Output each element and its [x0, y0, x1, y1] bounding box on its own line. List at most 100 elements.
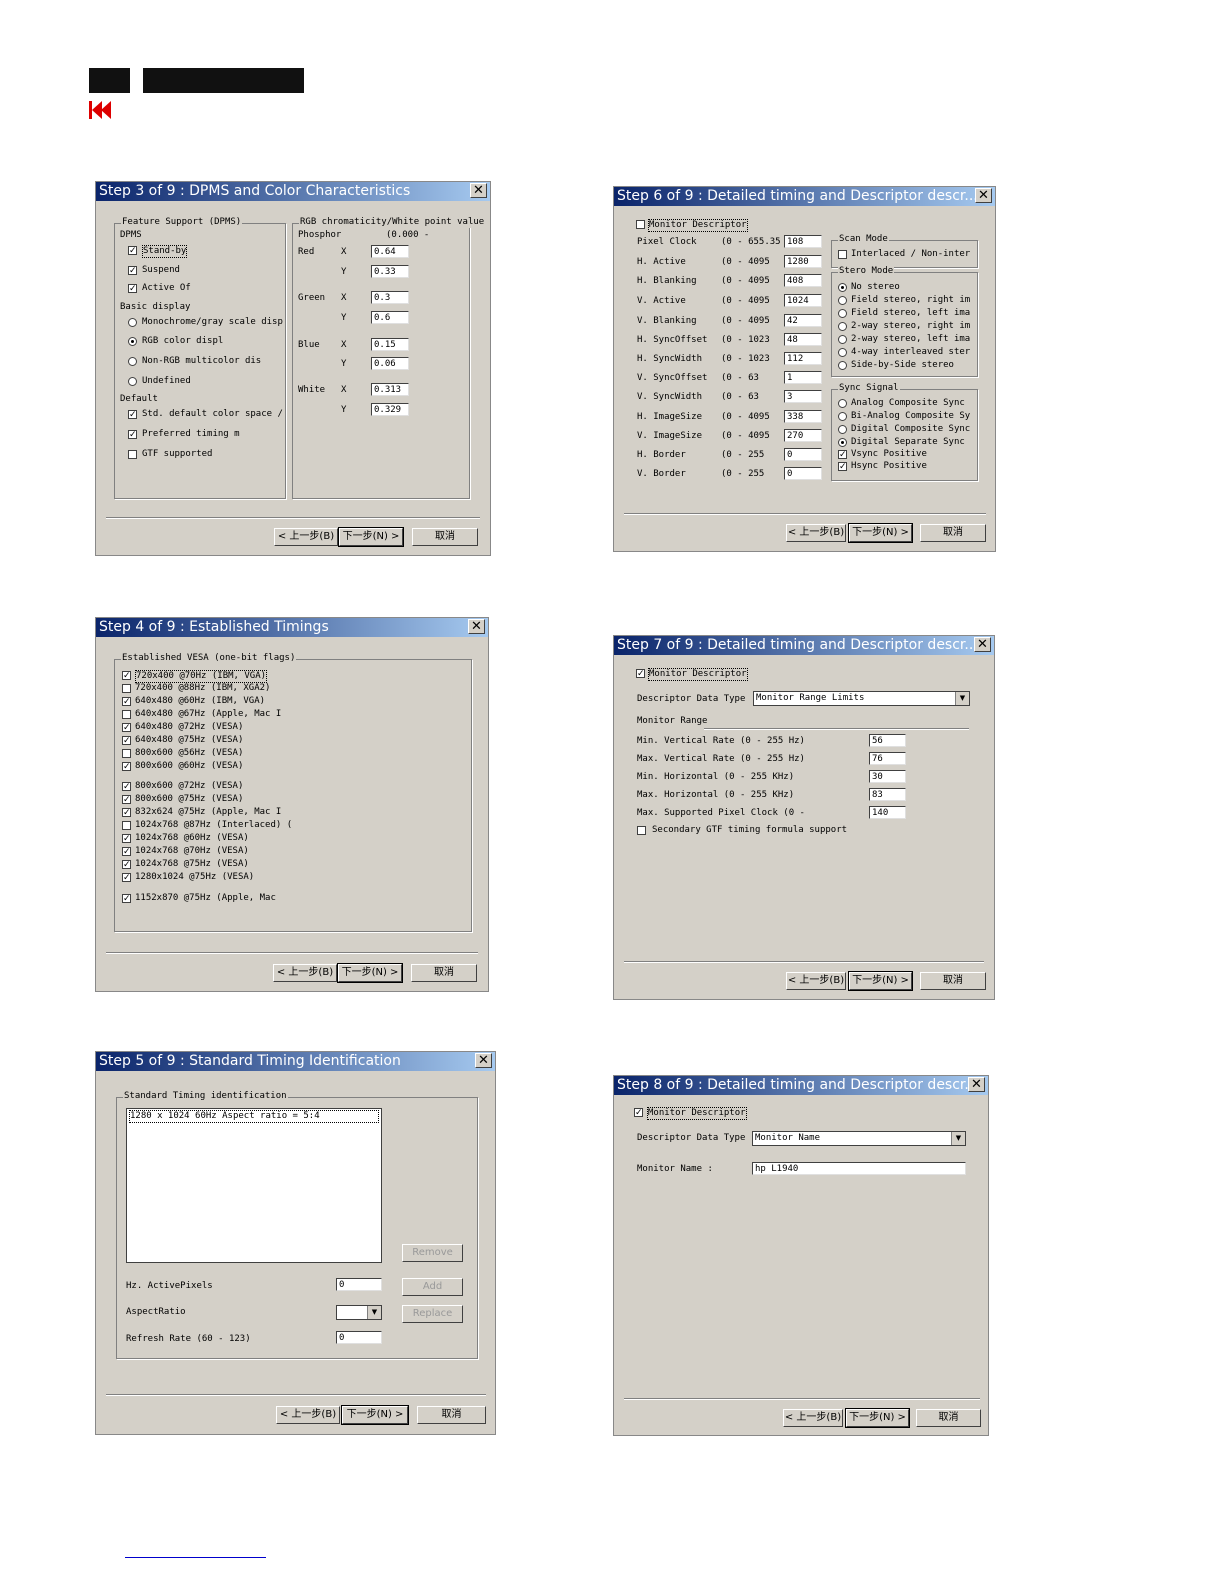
nonrgb-radio[interactable] — [128, 357, 137, 366]
sync-radio[interactable] — [838, 438, 847, 447]
next-button[interactable]: 下一步(N) > — [337, 963, 403, 983]
next-button[interactable]: 下一步(N) > — [845, 1408, 910, 1428]
add-button[interactable]: Add — [402, 1278, 463, 1296]
cancel-button[interactable]: 取消 — [920, 972, 986, 990]
descriptor-data-type-select[interactable]: Monitor Range Limits ▼ — [753, 691, 970, 706]
remove-button[interactable]: Remove — [402, 1244, 463, 1262]
timing-field-input[interactable]: 270 — [784, 429, 822, 442]
timing-checkbox[interactable]: ✓ — [122, 782, 131, 792]
timing-checkbox[interactable]: ✓ — [122, 736, 131, 746]
stereo-radio[interactable] — [838, 309, 847, 318]
timing-checkbox[interactable]: ✓ — [122, 795, 131, 805]
timing-field-input[interactable]: 1280 — [784, 255, 822, 268]
chevron-down-icon[interactable]: ▼ — [367, 1306, 381, 1319]
sync-radio[interactable] — [838, 425, 847, 434]
timing-checkbox[interactable]: ✓ — [122, 894, 131, 904]
timing-checkbox[interactable]: ✓ — [122, 860, 131, 870]
timing-checkbox[interactable]: ✓ — [122, 671, 131, 681]
range-field-input[interactable]: 140 — [869, 806, 906, 819]
close-icon[interactable]: ✕ — [974, 637, 991, 652]
close-icon[interactable]: ✕ — [470, 183, 487, 198]
timing-field-input[interactable]: 48 — [784, 333, 822, 346]
timing-checkbox[interactable]: ✓ — [122, 697, 131, 707]
sync-radio[interactable] — [838, 399, 847, 408]
undefined-radio[interactable] — [128, 377, 137, 386]
timing-listbox[interactable]: 1280 x 1024 60Hz Aspect ratio = 5:4 — [126, 1108, 382, 1263]
range-field-input[interactable]: 30 — [869, 770, 906, 783]
footer-link-line[interactable] — [125, 1557, 266, 1558]
cancel-button[interactable]: 取消 — [412, 528, 478, 546]
green-y-input[interactable]: 0.6 — [371, 311, 409, 324]
hz-active-pixels-input[interactable]: 0 — [336, 1278, 382, 1291]
timing-field-input[interactable]: 408 — [784, 274, 822, 287]
interlaced-checkbox[interactable] — [838, 250, 847, 259]
rgb-radio[interactable] — [128, 337, 137, 346]
replace-button[interactable]: Replace — [402, 1305, 463, 1323]
back-button[interactable]: < 上一步(B) — [786, 524, 846, 542]
mono-radio[interactable] — [128, 318, 137, 327]
stereo-radio[interactable] — [838, 296, 847, 305]
chevron-down-icon[interactable]: ▼ — [951, 1132, 965, 1145]
close-icon[interactable]: ✕ — [968, 1077, 985, 1092]
monitor-descriptor-checkbox[interactable]: ✓ — [636, 669, 645, 679]
blue-y-input[interactable]: 0.06 — [371, 357, 409, 370]
cancel-button[interactable]: 取消 — [920, 524, 986, 542]
descriptor-data-type-select[interactable]: Monitor Name ▼ — [752, 1131, 966, 1146]
timing-field-input[interactable]: 1 — [784, 371, 822, 384]
stereo-radio[interactable] — [838, 348, 847, 357]
close-icon[interactable]: ✕ — [468, 619, 485, 634]
timing-checkbox[interactable] — [122, 710, 131, 719]
close-icon[interactable]: ✕ — [975, 188, 992, 203]
monitor-descriptor-checkbox[interactable]: ✓ — [634, 1108, 643, 1118]
timing-field-input[interactable]: 0 — [784, 448, 822, 461]
next-button[interactable]: 下一步(N) > — [341, 1405, 409, 1425]
timing-field-input[interactable]: 108 — [784, 235, 822, 248]
cancel-button[interactable]: 取消 — [417, 1406, 486, 1424]
stereo-radio[interactable] — [838, 361, 847, 370]
next-button[interactable]: 下一步(N) > — [338, 527, 404, 547]
monitor-descriptor-checkbox[interactable] — [636, 220, 645, 229]
timing-field-input[interactable]: 42 — [784, 314, 822, 327]
timing-checkbox[interactable]: ✓ — [122, 723, 131, 733]
timing-field-input[interactable]: 1024 — [784, 294, 822, 307]
timing-checkbox[interactable] — [122, 821, 131, 830]
green-x-input[interactable]: 0.3 — [371, 291, 409, 304]
next-button[interactable]: 下一步(N) > — [848, 523, 913, 543]
close-icon[interactable]: ✕ — [475, 1053, 492, 1068]
chevron-down-icon[interactable]: ▼ — [955, 692, 969, 705]
timing-entry[interactable]: 1280 x 1024 60Hz Aspect ratio = 5:4 — [129, 1110, 379, 1123]
cancel-button[interactable]: 取消 — [916, 1409, 981, 1427]
timing-checkbox[interactable]: ✓ — [122, 762, 131, 772]
white-x-input[interactable]: 0.313 — [371, 383, 409, 396]
timing-field-input[interactable]: 3 — [784, 390, 822, 403]
timing-checkbox[interactable]: ✓ — [122, 808, 131, 818]
range-field-input[interactable]: 83 — [869, 788, 906, 801]
vsync-positive-checkbox[interactable]: ✓ — [838, 450, 847, 460]
range-field-input[interactable]: 56 — [869, 734, 906, 747]
stereo-radio[interactable] — [838, 283, 847, 292]
timing-checkbox[interactable] — [122, 749, 131, 758]
cancel-button[interactable]: 取消 — [411, 964, 477, 982]
monitor-name-input[interactable]: hp L1940 — [752, 1162, 966, 1175]
aspect-ratio-select[interactable]: ▼ — [336, 1305, 382, 1320]
standby-checkbox[interactable]: ✓ — [128, 246, 137, 256]
suspend-checkbox[interactable]: ✓ — [128, 266, 137, 276]
hsync-positive-checkbox[interactable]: ✓ — [838, 462, 847, 472]
refresh-rate-input[interactable]: 0 — [336, 1331, 382, 1344]
timing-field-input[interactable]: 112 — [784, 352, 822, 365]
preferred-timing-checkbox[interactable]: ✓ — [128, 430, 137, 440]
red-y-input[interactable]: 0.33 — [371, 265, 409, 278]
back-button[interactable]: < 上一步(B) — [273, 964, 337, 982]
gtf-checkbox[interactable] — [128, 450, 137, 459]
back-button[interactable]: < 上一步(B) — [276, 1406, 340, 1424]
timing-checkbox[interactable]: ✓ — [122, 847, 131, 857]
timing-field-input[interactable]: 0 — [784, 467, 822, 480]
back-button[interactable]: < 上一步(B) — [786, 972, 846, 990]
timing-checkbox[interactable]: ✓ — [122, 834, 131, 844]
timing-checkbox[interactable]: ✓ — [122, 873, 131, 883]
red-x-input[interactable]: 0.64 — [371, 245, 409, 258]
white-y-input[interactable]: 0.329 — [371, 403, 409, 416]
back-button[interactable]: < 上一步(B) — [274, 528, 338, 546]
active-off-checkbox[interactable]: ✓ — [128, 284, 137, 294]
range-field-input[interactable]: 76 — [869, 752, 906, 765]
